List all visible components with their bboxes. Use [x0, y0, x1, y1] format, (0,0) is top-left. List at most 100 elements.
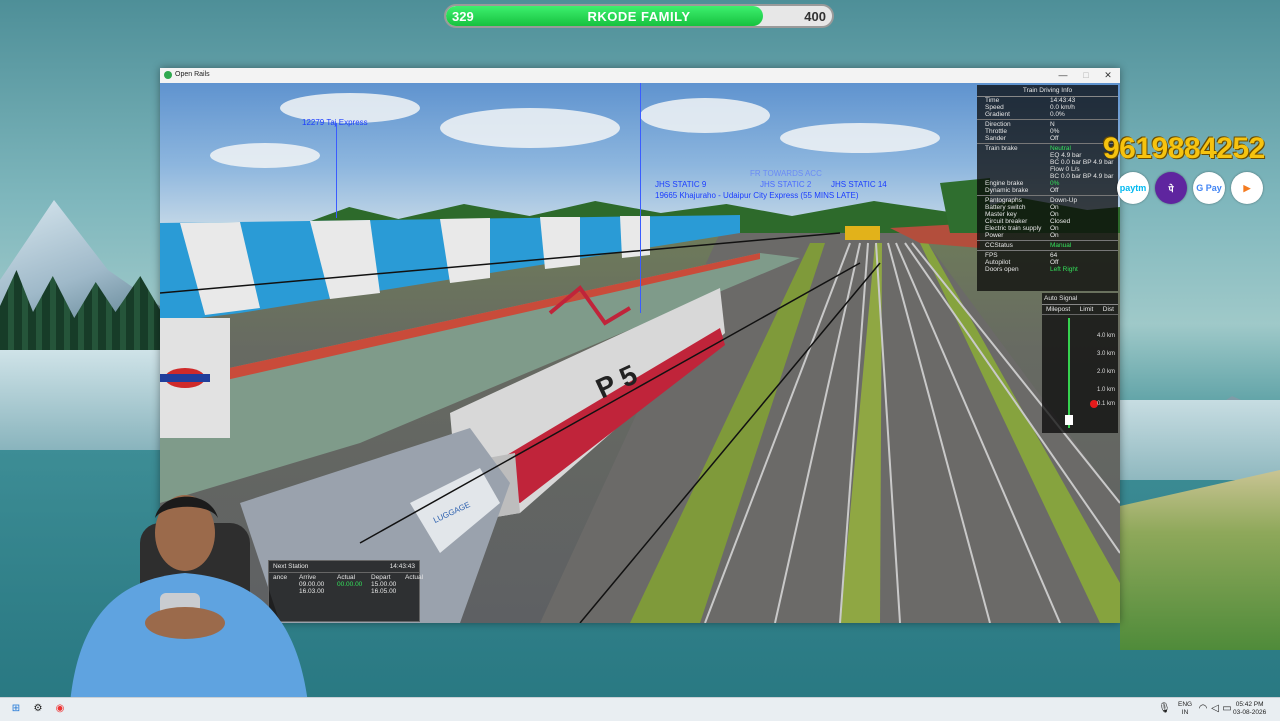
tdi-value: On [1050, 204, 1059, 211]
tdi-row: Electric train supply On [977, 225, 1118, 232]
col-milepost: Milepost [1046, 306, 1071, 313]
label-static-2: JHS STATIC 2 [760, 180, 812, 189]
marker-line-taj [336, 123, 337, 218]
marker-line-center [640, 83, 641, 313]
col-limit: Limit [1079, 306, 1094, 313]
volume-icon[interactable]: ◁ [1209, 703, 1221, 715]
chrome-icon[interactable]: ◉ [54, 703, 66, 715]
tdi-separator [977, 119, 1118, 120]
tdi-value: N [1050, 121, 1055, 128]
minimize-button[interactable]: — [1052, 69, 1074, 82]
signal-distance: 1.0 km [1096, 387, 1115, 393]
clock[interactable]: 05:42 PM 03-08-2026 [1233, 701, 1266, 717]
window-titlebar[interactable]: Open Rails — □ ✕ [160, 68, 1120, 83]
signal-distance: 3.0 km [1096, 351, 1115, 357]
tdi-key: Throttle [985, 128, 1008, 135]
tdi-key: Pantographs [985, 197, 1022, 204]
tdi-key: Circuit breaker [985, 218, 1028, 225]
tdi-key: CCStatus [985, 242, 1013, 249]
label-taj-express: 12279 Taj Express [302, 118, 368, 127]
tdi-key: FPS [985, 252, 998, 259]
tdi-separator [977, 250, 1118, 251]
next-station-cell: 00.00.00 [337, 581, 363, 588]
next-station-header-cell: Actual [337, 574, 356, 581]
train-driving-info-rows: Time 14:43:43 Speed 0.0 km/h Gradient 0.0% Dir… [977, 97, 1118, 273]
next-station-cell: 15.00.00 [371, 581, 397, 588]
next-station-cell: 16.05.00 [371, 588, 397, 595]
close-button[interactable]: ✕ [1097, 69, 1119, 82]
tdi-row: Throttle 0% [977, 128, 1118, 135]
tdi-row: Time 14:43:43 [977, 97, 1118, 104]
tdi-separator [977, 143, 1118, 144]
tdi-row: Doors open Left Right [977, 266, 1118, 273]
next-station-cell [405, 588, 435, 595]
tdi-key: Sander [985, 135, 1006, 142]
tdi-separator [977, 195, 1118, 196]
tdi-value: 0.0% [1050, 111, 1065, 118]
tdi-row: Direction N [977, 121, 1118, 128]
label-static-9: JHS STATIC 9 [655, 180, 707, 189]
tdi-key: Autopilot [985, 259, 1011, 266]
distant-train [845, 226, 880, 240]
next-station-header-cell: Actual [405, 574, 424, 581]
openrails-app-icon [164, 71, 172, 79]
microphone-icon[interactable]: 🎙 [1158, 703, 1171, 715]
signal-distance: 2.0 km [1096, 369, 1115, 375]
tdi-key: Dynamic brake [985, 187, 1029, 194]
train-driving-info-title: Train Driving Info [977, 85, 1118, 97]
tdi-key [985, 159, 1050, 166]
tdi-row: Speed 0.0 km/h [977, 104, 1118, 111]
phonepe-icon: पे [1155, 172, 1187, 204]
tdi-row: CCStatus Manual [977, 242, 1118, 249]
tdi-key: Time [985, 97, 1000, 104]
tdi-row: Train brake Neutral [977, 145, 1118, 152]
tdi-separator [977, 240, 1118, 241]
language-code: ENG [1178, 701, 1193, 708]
tdi-row: Gradient 0.0% [977, 111, 1118, 118]
wallpaper-lake-left [0, 350, 165, 450]
tdi-key [985, 173, 1050, 180]
tdi-row: Pantographs Down-Up [977, 197, 1118, 204]
wifi-icon[interactable]: ◠ [1197, 703, 1209, 715]
settings-gear-icon[interactable]: ⚙ [32, 703, 44, 715]
region-code: IN [1181, 709, 1189, 716]
train-position-marker [1065, 415, 1073, 425]
goal-title: RKODE FAMILY [587, 9, 691, 24]
tdi-value: On [1050, 232, 1059, 239]
tdi-key: Train brake [985, 145, 1018, 152]
signal-distance: 0.1 km [1096, 401, 1115, 407]
tdi-key: Electric train supply [985, 225, 1042, 232]
battery-icon[interactable]: ▭ [1221, 703, 1233, 715]
goal-target: 400 [804, 9, 826, 24]
windows-start-icon[interactable]: ⊞ [10, 703, 22, 715]
label-khajuraho-express: 19665 Khajuraho - Udaipur City Express (… [655, 191, 859, 200]
tdi-value: On [1050, 225, 1059, 232]
tdi-row: EQ 4.9 bar [977, 152, 1118, 159]
tdi-row: Autopilot Off [977, 259, 1118, 266]
tdi-value: Left Right [1050, 266, 1078, 273]
clock-time: 05:42 PM [1235, 701, 1264, 708]
roof-stripe [540, 217, 580, 269]
tdi-row: Flow 0 L/s [977, 166, 1118, 173]
train-driving-info-panel[interactable]: Train Driving Info Time 14:43:43 Speed 0.0 … [977, 85, 1118, 291]
tdi-key: Master key [985, 211, 1017, 218]
tdi-row: BC 0.0 bar BP 4.9 bar [977, 173, 1118, 180]
tdi-row: Battery switch On [977, 204, 1118, 211]
tdi-value: Down-Up [1050, 197, 1078, 204]
tdi-key: Engine brake [985, 180, 1024, 187]
gpay-icon: G Pay [1193, 172, 1225, 204]
tdi-key: Speed [985, 104, 1004, 111]
tdi-value: Manual [1050, 242, 1072, 249]
windows-taskbar: ⊞ ⚙ ◉ 🎙 ENG IN ◠ ◁ ▭ 05:42 PM 03-08-2026 [0, 697, 1280, 721]
tdi-value: 0.0 km/h [1050, 104, 1075, 111]
tdi-row: Power On [977, 232, 1118, 239]
wallpaper-lake-right [1120, 400, 1280, 480]
signal-track-line [1068, 318, 1070, 428]
auto-signal-panel[interactable]: Auto Signal Milepost Limit Dist 4.0 km 3.… [1042, 293, 1118, 433]
stream-goal-bar: 329 RKODE FAMILY 400 [444, 4, 834, 28]
language-indicator[interactable]: ENG IN [1178, 701, 1192, 717]
tdi-value: Off [1050, 187, 1059, 194]
tdi-row: BC 0.0 bar BP 4.9 bar [977, 159, 1118, 166]
tdi-key: Power [985, 232, 1004, 239]
maximize-button[interactable]: □ [1075, 69, 1097, 82]
